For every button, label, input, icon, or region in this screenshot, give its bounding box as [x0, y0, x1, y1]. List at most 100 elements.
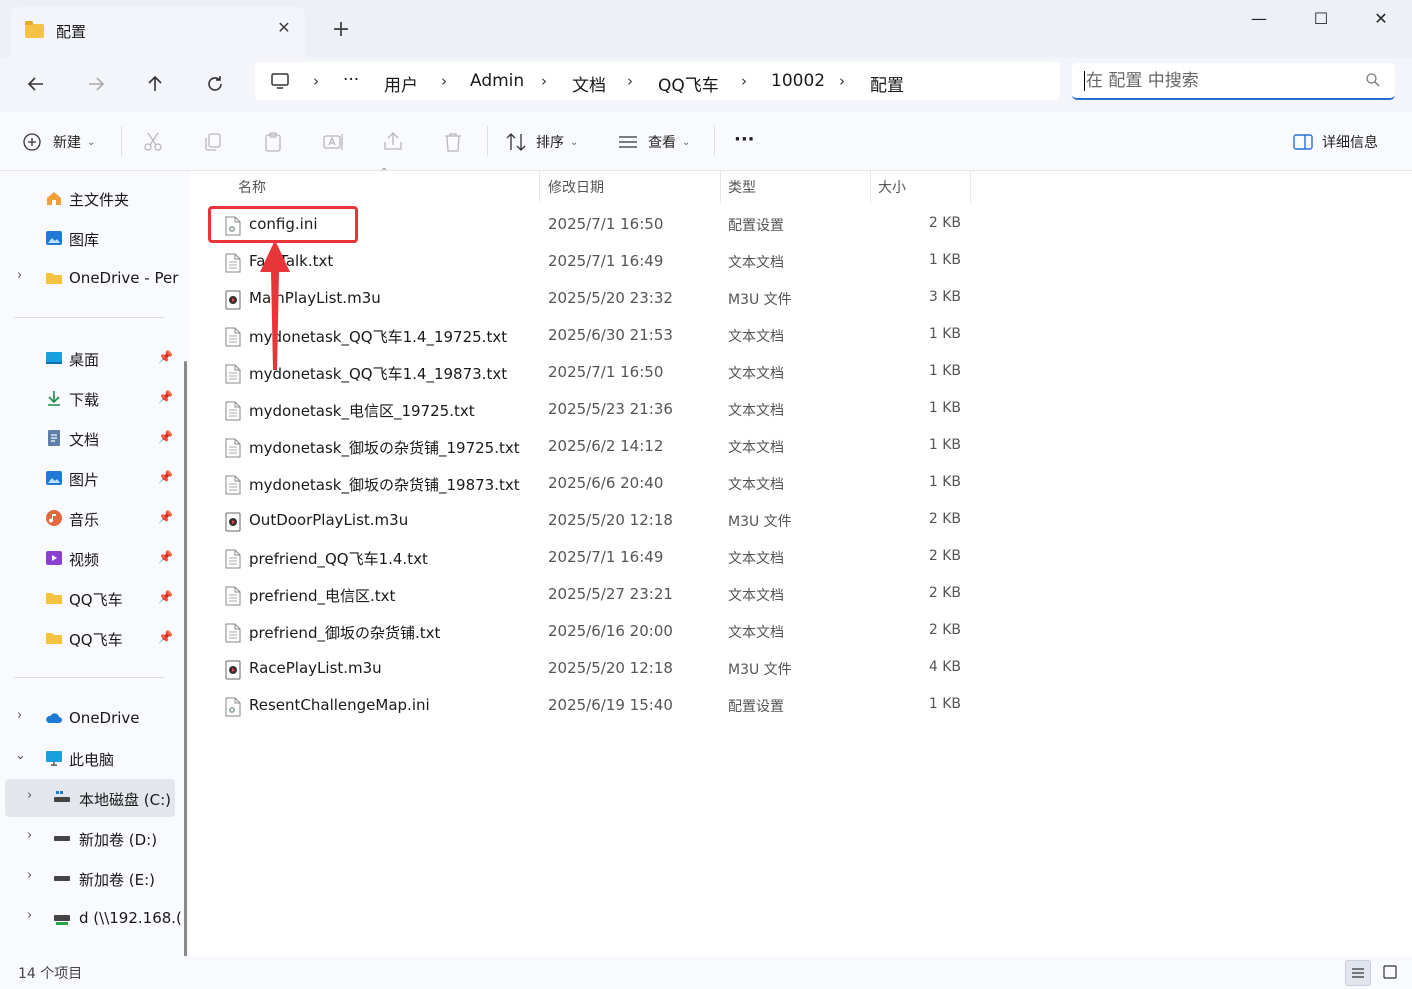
pin-icon[interactable]: 📌	[158, 590, 173, 604]
pin-icon[interactable]: 📌	[158, 630, 173, 644]
pin-icon[interactable]: 📌	[158, 350, 173, 364]
maximize-button[interactable]: ☐	[1298, 8, 1344, 30]
sidebar-item-home[interactable]: 主文件夹	[0, 180, 180, 216]
chevron-right-icon[interactable]: ›	[27, 908, 32, 923]
sort-ascending-icon: ⌃	[380, 167, 389, 178]
address-bar[interactable]: › ··· 用户 › Admin › 文档 › QQ飞车 › 10002 › 配…	[255, 62, 1060, 100]
breadcrumb-config[interactable]: 配置	[870, 71, 904, 96]
close-window-button[interactable]: ✕	[1358, 8, 1404, 30]
sidebar-item-downloads[interactable]: 下载 📌	[0, 380, 180, 416]
share-button[interactable]	[381, 130, 405, 154]
new-tab-button[interactable]: +	[328, 17, 354, 43]
file-date: 2025/6/16 20:00	[548, 622, 673, 640]
column-divider[interactable]	[870, 171, 871, 203]
pin-icon[interactable]: 📌	[158, 430, 173, 444]
pin-icon[interactable]: 📌	[158, 470, 173, 484]
copy-button[interactable]	[201, 130, 225, 154]
more-options-button[interactable]: ···	[734, 127, 755, 151]
sidebar-item-gallery[interactable]: 图库	[0, 220, 180, 256]
search-input[interactable]	[1086, 69, 1356, 93]
file-row[interactable]: ResentChallengeMap.ini 2025/6/19 15:40 配置设…	[211, 688, 971, 725]
forward-button[interactable]	[80, 68, 112, 100]
file-size: 2 KB	[928, 215, 961, 231]
sidebar-item-desktop[interactable]: 桌面 📌	[0, 340, 180, 376]
sidebar-item-onedrive[interactable]: › OneDrive	[0, 700, 180, 736]
column-header-date[interactable]: 修改日期	[548, 177, 604, 197]
sidebar-item-pictures[interactable]: 图片 📌	[0, 460, 180, 496]
sidebar-item-onedrive-personal[interactable]: › OneDrive - Per	[0, 260, 180, 296]
file-row[interactable]: OutDoorPlayList.m3u 2025/5/20 12:18 M3U 文件…	[211, 503, 971, 540]
delete-button[interactable]	[441, 130, 465, 154]
file-row[interactable]: mydonetask_电信区_19725.txt 2025/5/23 21:36 文…	[211, 392, 971, 429]
up-button[interactable]	[139, 68, 171, 100]
details-pane-button[interactable]: 详细信息	[1292, 130, 1378, 154]
file-row[interactable]: prefriend_QQ飞车1.4.txt 2025/7/1 16:49 文本文档 2…	[211, 540, 971, 577]
file-type: 配置设置	[728, 218, 784, 234]
file-row[interactable]: mydonetask_御坂の杂货铺_19873.txt 2025/6/6 20:4…	[211, 466, 971, 503]
tiles-view-button[interactable]	[1378, 960, 1404, 986]
sidebar-item-this-pc[interactable]: ⌄ 此电脑	[0, 740, 180, 776]
rename-button[interactable]	[321, 130, 345, 154]
file-row[interactable]: mydonetask_御坂の杂货铺_19725.txt 2025/6/2 14:1…	[211, 429, 971, 466]
chevron-right-icon[interactable]: ›	[27, 788, 32, 803]
breadcrumb-qqspeed[interactable]: QQ飞车	[658, 71, 719, 96]
pin-icon[interactable]: 📌	[158, 550, 173, 564]
sidebar-item-label: OneDrive - Per	[69, 269, 179, 287]
back-button[interactable]	[20, 68, 52, 100]
sidebar-scrollbar[interactable]	[184, 361, 187, 956]
cut-button[interactable]	[141, 130, 165, 154]
paste-button[interactable]	[261, 130, 285, 154]
breadcrumb-documents[interactable]: 文档	[572, 71, 606, 96]
view-button[interactable]: 查看 ⌄	[617, 130, 690, 154]
chevron-right-icon[interactable]: ›	[17, 708, 22, 723]
file-row[interactable]: prefriend_御坂の杂货铺.txt 2025/6/16 20:00 文本文档 2…	[211, 614, 971, 651]
sidebar-item-videos[interactable]: 视频 📌	[0, 540, 180, 576]
column-header-name[interactable]: 名称	[238, 177, 266, 197]
chevron-right-icon[interactable]: ›	[27, 868, 32, 883]
column-header-size[interactable]: 大小	[878, 177, 906, 197]
sidebar-item-music[interactable]: 音乐 📌	[0, 500, 180, 536]
sidebar-item-drive-c[interactable]: › 本地磁盘 (C:)	[5, 779, 175, 817]
file-row[interactable]: FastTalk.txt 2025/7/1 16:49 文本文档 1 KB	[211, 244, 971, 281]
chevron-right-icon[interactable]: ›	[27, 828, 32, 843]
sidebar-item-network-drive[interactable]: › d (\\192.168.(	[0, 900, 182, 936]
sidebar-item-documents[interactable]: 文档 📌	[0, 420, 180, 456]
annotation-arrow-icon	[260, 240, 290, 370]
chevron-down-icon[interactable]: ⌄	[15, 748, 26, 763]
breadcrumb-admin[interactable]: Admin	[470, 71, 524, 91]
search-box[interactable]	[1072, 63, 1395, 100]
chevron-right-icon[interactable]: ›	[17, 268, 22, 283]
details-view-button[interactable]	[1345, 960, 1371, 986]
column-divider[interactable]	[970, 171, 971, 203]
pin-icon[interactable]: 📌	[158, 510, 173, 524]
column-divider[interactable]	[539, 171, 540, 203]
breadcrumb-users[interactable]: 用户	[384, 71, 418, 96]
file-row[interactable]: prefriend_电信区.txt 2025/5/27 23:21 文本文档 2 KB	[211, 577, 971, 614]
file-date: 2025/6/2 14:12	[548, 437, 664, 455]
column-divider[interactable]	[720, 171, 721, 203]
sidebar-item-drive-d[interactable]: › 新加卷 (D:)	[0, 820, 180, 856]
column-header-type[interactable]: 类型	[728, 177, 756, 197]
new-button[interactable]: 新建 ⌄	[22, 130, 95, 154]
clipboard-icon	[265, 132, 281, 152]
drive-icon	[54, 876, 70, 881]
tab-current-folder[interactable]: 配置 ✕	[11, 7, 305, 58]
pin-icon[interactable]: 📌	[158, 390, 173, 404]
file-row[interactable]: MainPlayList.m3u 2025/5/20 23:32 M3U 文件 3 K…	[211, 281, 971, 318]
breadcrumb-10002[interactable]: 10002	[771, 71, 825, 91]
minimize-button[interactable]: —	[1236, 8, 1282, 30]
file-row[interactable]: mydonetask_QQ飞车1.4_19873.txt 2025/7/1 16:…	[211, 355, 971, 392]
sidebar-item-label: 主文件夹	[69, 191, 130, 209]
sidebar-item-qqspeed-1[interactable]: QQ飞车 📌	[0, 580, 180, 616]
breadcrumb-overflow[interactable]: ···	[343, 70, 359, 90]
sort-button[interactable]: 排序 ⌄	[505, 130, 578, 154]
breadcrumb-separator: ›	[313, 72, 319, 90]
folder-icon	[46, 593, 62, 604]
file-name: prefriend_御坂の杂货铺.txt	[249, 624, 441, 642]
file-row[interactable]: mydonetask_QQ飞车1.4_19725.txt 2025/6/30 21…	[211, 318, 971, 355]
sidebar-item-qqspeed-2[interactable]: QQ飞车 📌	[0, 620, 180, 656]
refresh-button[interactable]	[199, 68, 231, 100]
sidebar-item-drive-e[interactable]: › 新加卷 (E:)	[0, 860, 180, 896]
file-row[interactable]: RacePlayList.m3u 2025/5/20 12:18 M3U 文件 4 K…	[211, 651, 971, 688]
tab-close-button[interactable]: ✕	[273, 17, 295, 39]
